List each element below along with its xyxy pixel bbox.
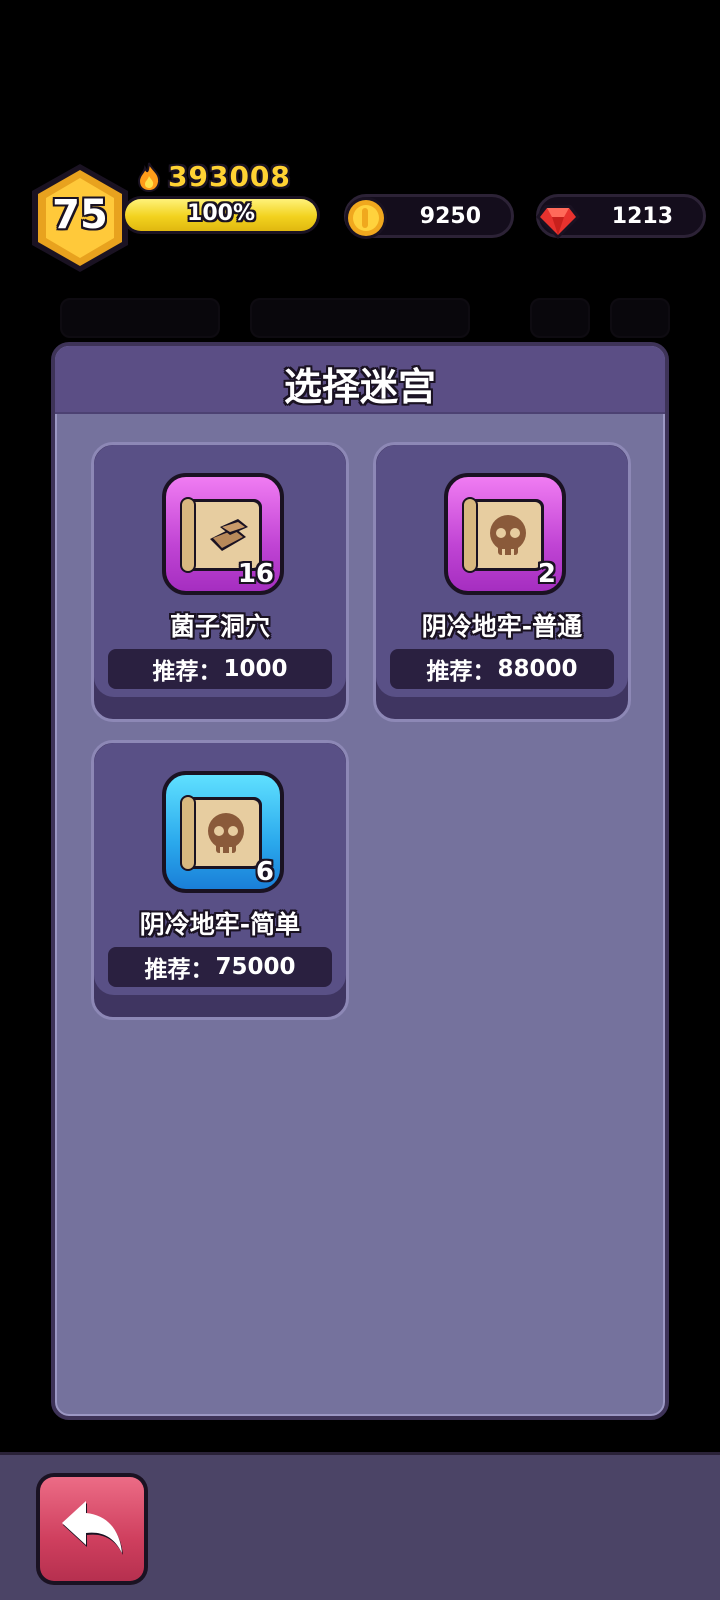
maze-name: 阴冷地牢-普通	[421, 612, 583, 641]
background-pill	[60, 298, 220, 338]
panel-header: 选择迷宫	[55, 346, 665, 414]
power-value: 393008	[168, 160, 291, 193]
maze-card-dungeon-normal[interactable]: 2 阴冷地牢-普通 推荐： 88000	[373, 442, 631, 722]
maze-card-mushroom-cave[interactable]: 16 菌子洞穴 推荐： 1000	[91, 442, 349, 722]
gem-icon	[536, 205, 580, 239]
recommend-label: 推荐：	[144, 957, 214, 983]
background-toolbar	[30, 292, 690, 342]
back-arrow-icon	[62, 1501, 123, 1555]
background-pill	[530, 298, 590, 338]
recommend-bar: 推荐： 88000	[390, 649, 614, 689]
gem-value: 1213	[611, 204, 673, 229]
recommend-label: 推荐：	[152, 659, 222, 685]
recommend-label: 推荐：	[426, 659, 496, 685]
maze-icon: 2	[444, 473, 566, 595]
maze-name: 菌子洞穴	[169, 612, 270, 641]
back-button-face	[40, 1477, 144, 1581]
recommend-bar: 推荐： 75000	[108, 947, 332, 987]
back-button[interactable]	[36, 1473, 148, 1585]
gem-counter[interactable]: 1213	[536, 194, 706, 239]
player-level-badge[interactable]: 75	[28, 162, 132, 274]
maze-icon: 16	[162, 473, 284, 595]
xp-percent: 100%	[187, 201, 255, 226]
maze-card-dungeon-easy[interactable]: 6 阴冷地牢-简单 推荐： 75000	[91, 740, 349, 1020]
background-pill	[610, 298, 670, 338]
xp-bar: 100%	[122, 196, 320, 234]
recommend-bar: 推荐： 1000	[108, 649, 332, 689]
coin-icon	[345, 197, 387, 239]
item-count: 16	[237, 559, 274, 589]
player-level: 75	[52, 192, 108, 238]
background-pill	[250, 298, 470, 338]
coin-value: 9250	[419, 204, 481, 229]
coin-counter[interactable]: 9250	[344, 194, 514, 239]
recommend-value: 88000	[497, 656, 578, 682]
panel-title: 选择迷宫	[283, 365, 436, 409]
bottom-bar	[0, 1452, 720, 1600]
recommend-value: 1000	[223, 656, 288, 682]
top-hud: 75 393008 100% 9250 1213	[0, 150, 720, 280]
item-count: 6	[255, 857, 274, 887]
flame-icon	[137, 162, 161, 192]
maze-select-panel: 选择迷宫 16 菌子洞穴 推荐： 1000 2 阴冷地牢-普通 推荐： 8800…	[51, 342, 669, 1420]
power-display: 393008	[136, 160, 291, 193]
maze-name: 阴冷地牢-简单	[139, 910, 301, 939]
recommend-value: 75000	[215, 954, 296, 980]
maze-icon: 6	[162, 771, 284, 893]
item-count: 2	[537, 559, 556, 589]
